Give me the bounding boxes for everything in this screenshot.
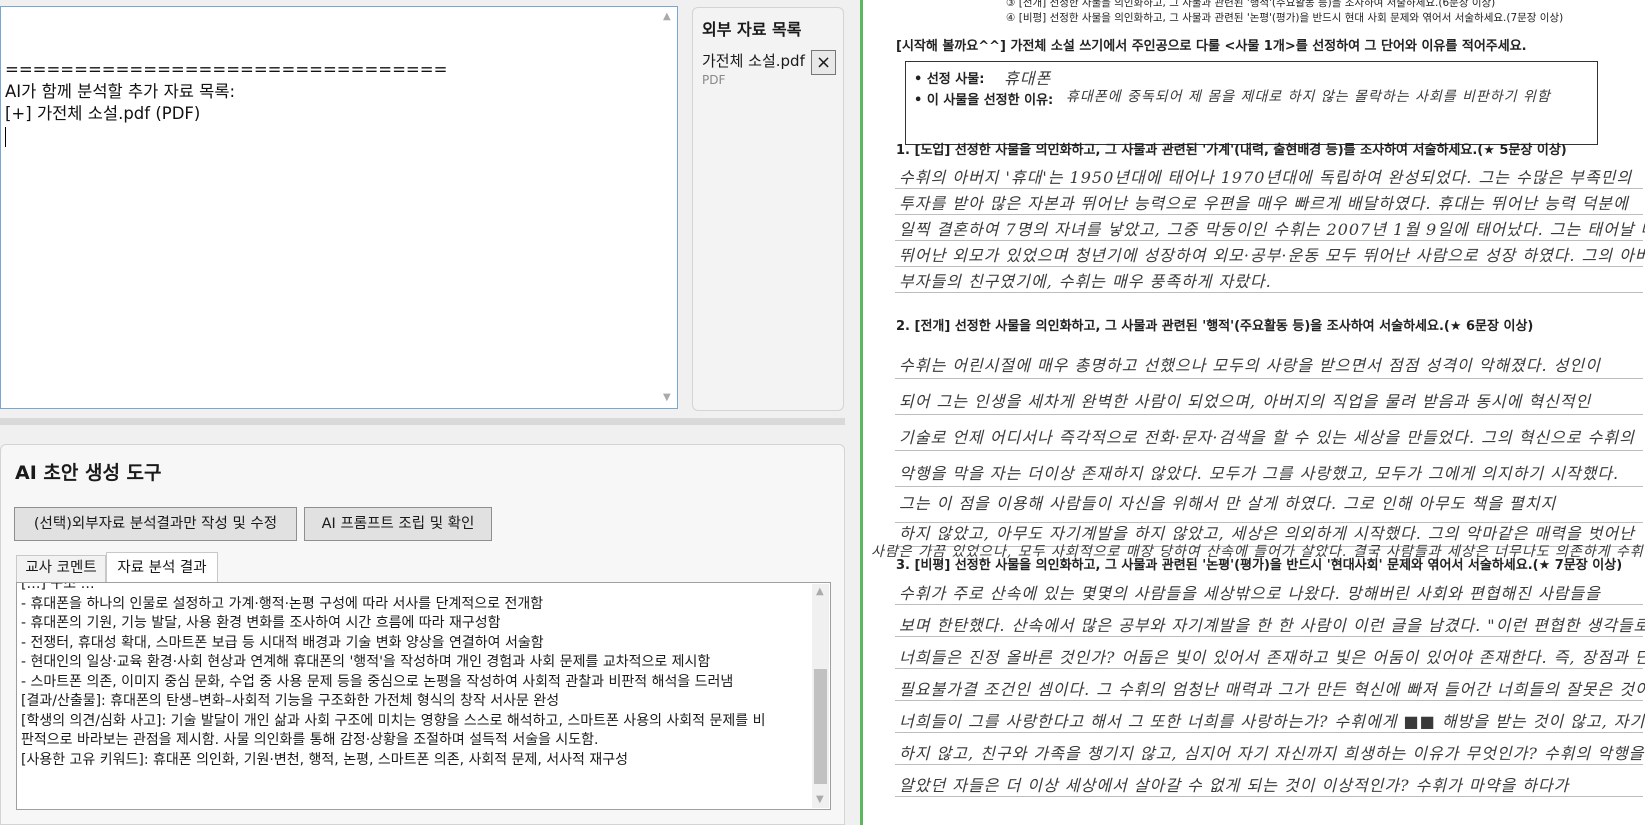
doc-instruction: ③ [전개] 선정한 사물을 의인화하고, 그 사물과 관련된 '행적'(주요활… [1006,0,1496,9]
document-viewer[interactable]: ③ [전개] 선정한 사물을 의인화하고, 그 사물과 관련된 '행적'(주요활… [863,0,1645,825]
question-2: 2. [전개] 선정한 사물을 의인화하고, 그 사물과 관련된 '행적'(주요… [896,319,1534,334]
analysis-only-button[interactable]: (선택)외부자료 분석결과만 작성 및 수정 [14,507,297,541]
answer-3-line: 보며 한탄했다. 산속에서 많은 공부와 자기계발을 한 한 사람이 이런 글을… [899,616,1645,635]
answer-2-line: 수휘는 어린시절에 매우 총명하고 선했으나 모두의 사랑을 받으면서 점점 성… [899,356,1601,375]
scroll-up-icon[interactable]: ▲ [663,12,671,22]
answer-1-line: 뛰어난 외모가 있었으며 청년기에 성장하여 외모·공부·운동 모두 뛰어난 사… [899,246,1645,265]
answer-3-line: 수휘가 주로 산속에 있는 몇몇의 사람들을 세상밖으로 나왔다. 망해버린 사… [899,584,1601,603]
remove-file-button[interactable]: × [811,50,836,75]
answer-2-line: 악행을 막을 자는 더이상 존재하지 않았다. 모두가 그를 사랑했고, 모두가… [899,464,1620,483]
doc-intro: [시작해 볼까요^^] 가전체 소설 쓰기에서 주인공으로 다룰 <사물 1개>… [896,39,1527,54]
left-app: ================================ AI가 함께 … [0,0,858,825]
prompt-assemble-button[interactable]: AI 프롬프트 조립 및 확인 [304,507,492,541]
result-line: [사용한 고유 키워드]: 휴대폰 의인화, 기원·변천, 행적, 논평, 스마… [21,751,628,768]
result-line: - 현대인의 일상·교육 환경·사회 현상과 연계해 휴대폰의 '행적'을 작성… [21,654,711,670]
text-caret [5,126,6,147]
answer-1-line: 투자를 받아 많은 자본과 뛰어난 능력으로 우편을 매우 빠르게 배달하였다.… [899,194,1629,213]
close-icon: × [815,52,832,73]
selected-reason-label: • 이 사물을 선정한 이유: [914,93,1054,108]
answer-1-line: 수휘의 아버지 '휴대'는 1950년대에 태어나 1970년대에 독립하여 완… [899,168,1633,187]
answer-2-line: 되어 그는 인생을 세차게 완벽한 사람이 되었으며, 아버지의 직업을 물려 … [899,392,1592,411]
scroll-down-icon[interactable]: ▼ [816,795,824,805]
result-scrollbar[interactable]: ▲ ▼ [812,584,829,808]
external-file-name[interactable]: 가전체 소설.pdf [702,50,805,71]
external-materials-panel: 외부 자료 목록 가전체 소설.pdf PDF × [692,7,844,411]
analysis-result-text[interactable]: […] 구조 … - 휴대폰을 하나의 인물로 설정하고 가계·행적·논평 구성… [16,582,831,810]
scroll-up-icon[interactable]: ▲ [816,587,824,597]
editor-line: ================================ [5,60,448,79]
analysis-result-content: […] 구조 … - 휴대폰을 하나의 인물로 설정하고 가계·행적·논평 구성… [21,582,776,770]
answer-1-line: 일찍 결혼하여 7명의 자녀를 낳았고, 그중 막둥이인 수휘는 2007년 1… [899,220,1645,239]
question-1: 1. [도입] 선정한 사물을 의인화하고, 그 사물과 관련된 '가계'(내력… [896,143,1567,158]
answer-2-line: 그는 이 점을 이용해 사람들이 자신을 위해서 만 살게 하였다. 그로 인해… [899,494,1557,513]
result-line: - 휴대폰의 기원, 기능 발달, 사용 환경 변화를 조사하여 시간 흐름에 … [21,615,501,631]
result-line: - 휴대폰을 하나의 인물로 설정하고 가계·행적·논평 구성에 따라 서사를 … [21,595,544,612]
selected-item-value: 휴대폰 [1004,69,1052,88]
selected-item-label: • 선정 사물: [914,72,985,87]
selected-reason-value: 휴대폰에 중독되어 제 몸을 제대로 하지 않는 몰락하는 사회를 비판하기 위… [1066,89,1551,105]
editor-scrollbar[interactable]: ▲ ▼ [661,10,675,405]
material-editor[interactable]: ================================ AI가 함께 … [0,6,678,409]
external-panel-title: 외부 자료 목록 [702,20,802,39]
result-line: - 스마트폰 의존, 이미지 중심 문화, 수업 중 사용 문제 등을 중심으로… [21,673,734,690]
scroll-down-icon[interactable]: ▼ [663,393,671,403]
ai-tool-title: AI 초안 생성 도구 [15,462,162,484]
selection-box: • 선정 사물: 휴대폰 • 이 사물을 선정한 이유: 휴대폰에 중독되어 제… [905,61,1598,145]
result-line: [결과/산출물]: 휴대폰의 탄생–변화–사회적 기능을 구조화한 가전체 형식… [21,693,560,709]
answer-1-line: 부자들의 친구였기에, 수휘는 매우 풍족하게 자랐다. [899,272,1272,291]
result-line: - 전쟁터, 휴대성 확대, 스마트폰 보급 등 시대적 배경과 기술 변화 양… [21,634,544,651]
answer-3-line: 너희들은 진정 올바른 것인가? 어둡은 빛이 있어서 존재하고 빛은 어둠이 … [899,648,1645,667]
scroll-thumb[interactable] [814,669,827,784]
external-file-type: PDF [702,73,726,87]
ai-draft-tool-panel: AI 초안 생성 도구 (선택)외부자료 분석결과만 작성 및 수정 AI 프롬… [0,444,845,825]
answer-3-line: 너희들이 그를 사랑한다고 해서 그 또한 너희를 사랑하는가? 수휘에게 ■■… [899,712,1645,731]
answer-3-line: 하지 않고, 친구와 가족을 챙기지 않고, 심지어 자기 자신까지 희생하는 … [899,744,1645,763]
result-line: [학생의 의견/심화 사고]: 기술 발달이 개인 삶과 사회 구조에 미치는 … [21,712,766,749]
question-3: 3. [비평] 선정한 사물을 의인화하고, 그 사물과 관련된 '논평'(평가… [896,558,1623,573]
tab-analysis-result[interactable]: 자료 분석 결과 [106,552,218,582]
answer-3-line: 필요불가결 조건인 셈이다. 그 수휘의 엄청난 매력과 그가 만든 혁신에 빠… [899,680,1645,699]
tab-teacher-comment[interactable]: 교사 코멘트 [16,555,106,582]
pane-splitter[interactable] [0,418,845,425]
answer-3-line: 알았던 자들은 더 이상 세상에서 살아갈 수 없게 되는 것이 이상적인가? … [899,776,1570,795]
result-line: […] 구조 … [21,582,95,592]
editor-content[interactable]: ================================ AI가 함께 … [5,59,447,147]
editor-line: [+] 가전체 소설.pdf (PDF) [5,104,201,123]
editor-line: AI가 함께 분석할 추가 자료 목록: [5,82,236,101]
doc-instruction: ④ [비평] 선정한 사물을 의인화하고, 그 사물과 관련된 '논평'(평가)… [1006,12,1564,24]
answer-2-line: 기술로 언제 어디서나 즉각적으로 전화·문자·검색을 할 수 있는 세상을 만… [899,428,1635,447]
